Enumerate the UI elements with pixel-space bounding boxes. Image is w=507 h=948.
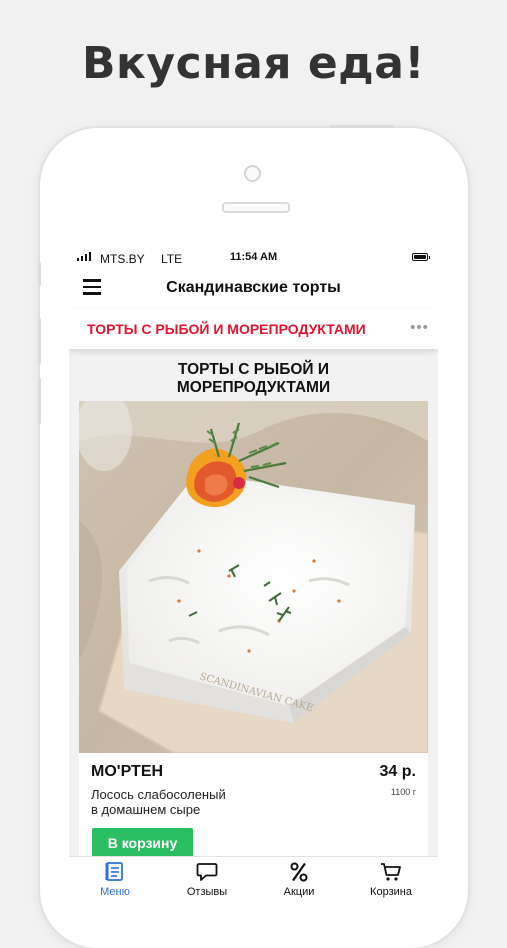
product-price: 34 р. (379, 763, 416, 780)
section-title-line1: ТОРТЫ С РЫБОЙ И (177, 361, 330, 378)
chat-bubble-icon (196, 863, 218, 881)
nav-label-cart: Корзина (370, 886, 412, 898)
phone-power-button (330, 125, 394, 128)
product-weight: 1100 г (390, 787, 416, 797)
nav-label-promotions: Акции (283, 886, 315, 898)
product-description-line1: Лосось слабосоленый (91, 787, 226, 802)
phone-camera (244, 165, 261, 182)
bottom-navigation: Меню Отзывы Акции Корзина (69, 856, 438, 900)
status-time: 11:54 AM (229, 251, 278, 263)
nav-label-menu: Меню (100, 886, 130, 898)
product-description-line2: в домашнем сыре (91, 802, 201, 817)
cart-icon (381, 863, 401, 881)
product-name[interactable]: МО'РТЕН (91, 763, 163, 781)
nav-item-cart[interactable]: Корзина (345, 857, 437, 900)
nav-item-promotions[interactable]: Акции (253, 857, 345, 900)
phone-volume-down (38, 378, 41, 424)
nav-item-menu[interactable]: Меню (69, 857, 161, 900)
main-content: ТОРТЫ С РЫБОЙ И МОРЕПРОДУКТАМИ SCANDINAV… (69, 349, 438, 871)
app-header: Скандинавские торты (69, 269, 438, 309)
add-to-cart-button[interactable]: В корзину (92, 828, 193, 858)
phone-speaker (222, 202, 290, 213)
ellipsis-icon[interactable]: ••• (407, 317, 432, 341)
section-title-line2: МОРЕПРОДУКТАМИ (176, 379, 331, 396)
app-screen: MTS.BY LTE 11:54 AM Скандинавские торты … (69, 247, 438, 900)
promo-headline: Вкусная еда! (82, 38, 425, 89)
menu-book-icon (105, 862, 123, 881)
product-image[interactable]: SCANDINAVIAN CAKE (79, 401, 428, 753)
product-description: Лосось слабосоленый в домашнем сыре (91, 787, 291, 817)
phone-side-button (38, 262, 41, 286)
percent-icon (290, 862, 308, 882)
battery-icon (412, 253, 430, 261)
section-title: ТОРТЫ С РЫБОЙ И МОРЕПРОДУКТАМИ (69, 361, 438, 397)
category-tabs: ТОРТЫ С РЫБОЙ И МОРЕПРОДУКТАМИ ••• (69, 309, 438, 349)
product-card[interactable]: SCANDINAVIAN CAKE МО'РТЕН 34 р. Лосось с… (79, 401, 428, 871)
nav-label-reviews: Отзывы (186, 886, 228, 898)
page-title: Скандинавские торты (166, 279, 341, 296)
nav-item-reviews[interactable]: Отзывы (161, 857, 253, 900)
phone-volume-up (38, 318, 41, 364)
tab-fade-overlay (369, 309, 407, 349)
status-bar: MTS.BY LTE 11:54 AM (69, 247, 438, 269)
tab-fish-seafood-cakes[interactable]: ТОРТЫ С РЫБОЙ И МОРЕПРОДУКТАМИ (87, 321, 366, 337)
